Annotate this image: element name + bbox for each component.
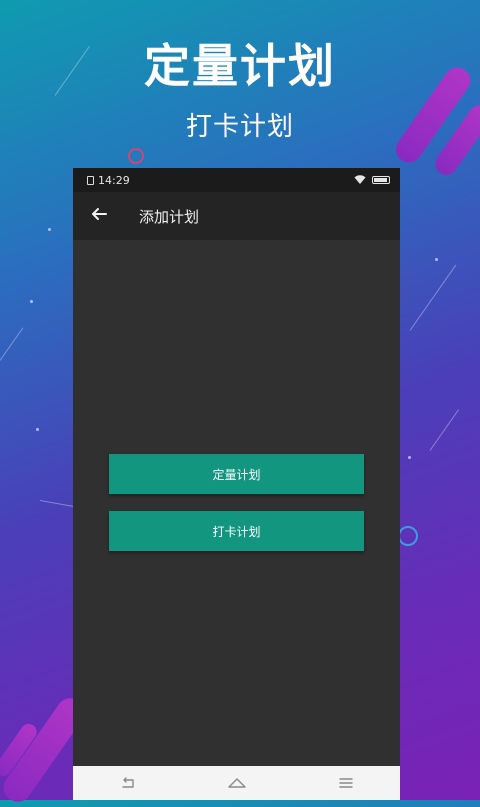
decor-line bbox=[0, 327, 24, 361]
system-nav-bar bbox=[73, 766, 400, 800]
decor-line bbox=[409, 264, 457, 331]
phone-screen: 14:29 添加计划 定量计划 打卡计划 bbox=[73, 168, 400, 800]
home-nav-icon bbox=[227, 774, 247, 793]
wifi-icon bbox=[354, 174, 366, 187]
back-nav-icon bbox=[120, 774, 136, 793]
status-bar: 14:29 bbox=[73, 168, 400, 192]
back-button[interactable] bbox=[73, 192, 125, 240]
decor-dot bbox=[435, 258, 438, 261]
nav-menu-button[interactable] bbox=[326, 766, 366, 800]
decor-ring bbox=[398, 526, 418, 546]
menu-nav-icon bbox=[338, 774, 353, 793]
promo-subtitle: 打卡计划 bbox=[185, 112, 294, 142]
app-bar: 添加计划 bbox=[73, 192, 400, 240]
battery-icon bbox=[372, 176, 390, 184]
decor-dot bbox=[30, 300, 33, 303]
quantitative-plan-button[interactable]: 定量计划 bbox=[109, 454, 364, 494]
decor-dot bbox=[48, 228, 51, 231]
nav-home-button[interactable] bbox=[217, 766, 257, 800]
plan-options: 定量计划 打卡计划 bbox=[73, 240, 400, 766]
decor-dot bbox=[36, 428, 39, 431]
arrow-left-icon bbox=[91, 206, 107, 226]
status-time: 14:29 bbox=[98, 173, 130, 187]
sim-card-icon bbox=[87, 175, 94, 185]
checkin-plan-button[interactable]: 打卡计划 bbox=[109, 511, 364, 551]
decor-dot bbox=[408, 456, 411, 459]
nav-back-button[interactable] bbox=[108, 766, 148, 800]
promo-title: 定量计划 bbox=[144, 39, 336, 93]
decor-line bbox=[429, 409, 460, 451]
decor-ring bbox=[128, 148, 144, 164]
page-title: 添加计划 bbox=[139, 207, 200, 226]
